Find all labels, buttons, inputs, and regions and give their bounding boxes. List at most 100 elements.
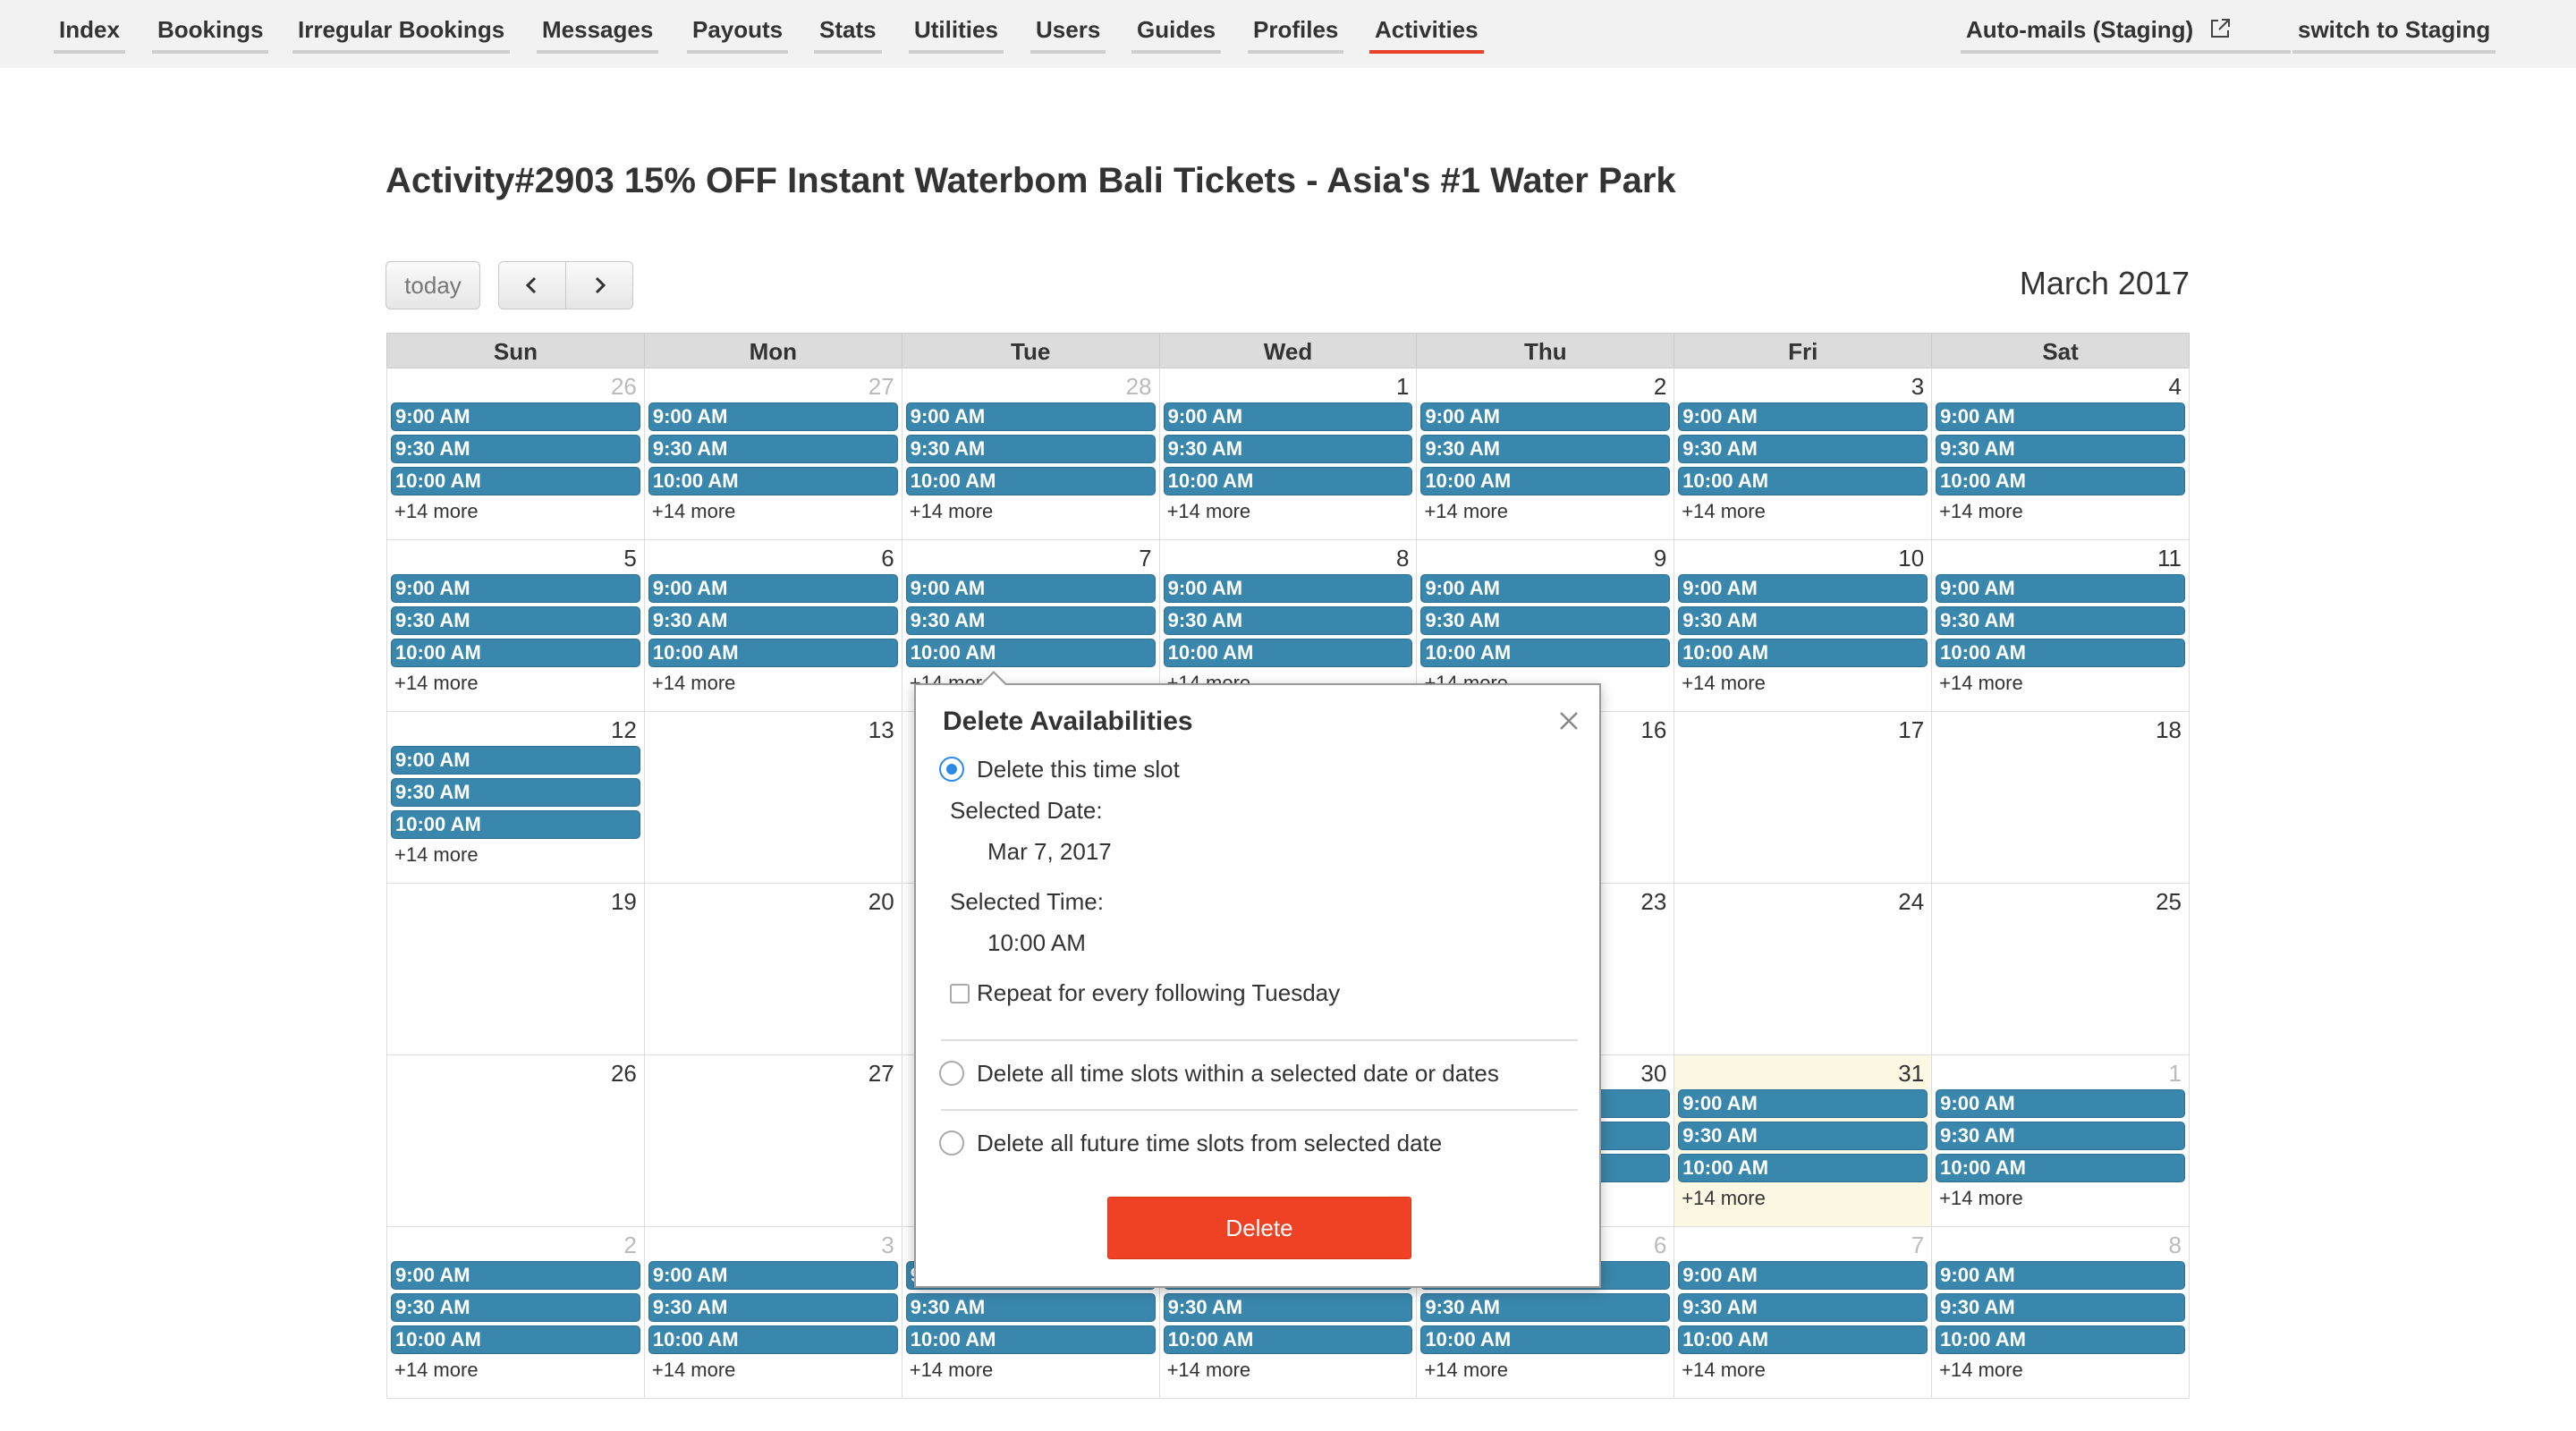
more-link[interactable]: +14 more [1420,499,1670,524]
time-slot-event[interactable]: 10:00 AM [905,1325,1156,1354]
time-slot-event[interactable]: 9:30 AM [905,606,1156,635]
time-slot-event[interactable]: 10:00 AM [1420,467,1671,495]
nav-messages[interactable]: Messages [537,14,659,54]
time-slot-event[interactable]: 9:00 AM [1936,1261,2186,1290]
day-cell[interactable]: 17 [1674,712,1933,884]
day-cell[interactable]: 49:00 AM 9:30 AM 10:00 AM +14 more [1932,368,2190,540]
nav-automails[interactable]: Auto-mails (Staging) [1961,14,2292,54]
more-link[interactable]: +14 more [1164,1358,1413,1383]
repeat-checkbox[interactable] [950,984,970,1003]
nav-guides[interactable]: Guides [1131,14,1222,54]
day-cell[interactable]: 1 9:00 AM 9:30 AM 10:00 AM +14 more [1159,368,1418,540]
time-slot-event[interactable]: 10:00 AM [905,467,1156,495]
time-slot-event[interactable]: 9:00 AM [1163,402,1413,431]
day-cell[interactable]: 20 [644,884,902,1055]
day-cell[interactable]: 11 9:00 AM 9:30 AM 10:00 AM +14 more [1932,540,2190,712]
close-icon[interactable] [1555,707,1583,735]
time-slot-event[interactable]: 9:00 AM [391,746,640,775]
nav-users[interactable]: Users [1030,14,1106,54]
more-link[interactable]: +14 more [1678,1186,1928,1211]
day-cell[interactable]: 10 9:00 AM 9:30 AM 10:00 AM +14 more [1674,540,1933,712]
time-slot-event[interactable]: 9:30 AM [1936,1293,2186,1322]
time-slot-event[interactable]: 10:00 AM [905,639,1156,667]
delete-button[interactable]: Delete [1107,1197,1411,1259]
time-slot-event[interactable]: 9:00 AM [391,574,640,603]
day-cell[interactable]: 12 9:00 AM 9:30 AM 10:00 AM +14 more [387,712,645,884]
radio-delete-future[interactable] [939,1130,964,1156]
time-slot-event[interactable]: 10:00 AM [1163,467,1413,495]
time-slot-event[interactable]: 9:00 AM [1163,574,1413,603]
time-slot-event[interactable]: 10:00 AM [1936,1325,2186,1354]
day-cell[interactable]: 8 9:00 AM 9:30 AM 10:00 AM +14 more [1932,1227,2190,1399]
time-slot-event[interactable]: 9:30 AM [1420,606,1671,635]
more-link[interactable]: +14 more [1936,499,2185,524]
nav-bookings[interactable]: Bookings [152,14,269,54]
day-cell[interactable]: 27 9:00 AM 9:30 AM 10:00 AM +14 more [644,368,902,540]
time-slot-event[interactable]: 10:00 AM [1420,639,1671,667]
today-button[interactable]: today [386,261,480,309]
time-slot-event[interactable]: 9:30 AM [1678,606,1928,635]
day-cell[interactable]: 19 [387,884,645,1055]
more-link[interactable]: +14 more [906,1358,1156,1383]
time-slot-event[interactable]: 9:00 AM [1678,1089,1928,1118]
time-slot-event[interactable]: 9:00 AM [648,1261,898,1290]
time-slot-event[interactable]: 9:30 AM [648,435,898,463]
more-link[interactable]: +14 more [391,843,640,868]
more-link[interactable]: +14 more [391,1358,640,1383]
time-slot-event[interactable]: 10:00 AM [1678,467,1928,495]
next-month-button[interactable] [565,261,633,309]
day-cell[interactable]: 2 9:00 AM 9:30 AM 10:00 AM +14 more [387,1227,645,1399]
time-slot-event[interactable]: 9:30 AM [1163,435,1413,463]
nav-payouts[interactable]: Payouts [687,14,789,54]
day-cell[interactable]: 28 9:00 AM 9:30 AM 10:00 AM +14 more [902,368,1160,540]
nav-activities[interactable]: Activities [1369,14,1484,54]
time-slot-event[interactable]: 10:00 AM [1936,467,2186,495]
time-slot-event[interactable]: 9:30 AM [1420,435,1671,463]
time-slot-event[interactable]: 9:30 AM [391,778,640,807]
time-slot-event[interactable]: 9:30 AM [905,1293,1156,1322]
more-link[interactable]: +14 more [648,499,898,524]
time-slot-event[interactable]: 9:30 AM [391,606,640,635]
more-link[interactable]: +14 more [648,671,898,696]
time-slot-event[interactable]: 9:30 AM [1163,606,1413,635]
day-cell[interactable]: 27 [644,1055,902,1227]
day-cell[interactable]: 25 [1932,884,2190,1055]
nav-stats[interactable]: Stats [814,14,882,54]
time-slot-event[interactable]: 10:00 AM [391,467,640,495]
time-slot-event[interactable]: 10:00 AM [1678,639,1928,667]
day-cell[interactable]: 7 9:00 AM 9:30 AM 10:00 AM +14 more [1674,1227,1933,1399]
time-slot-event[interactable]: 10:00 AM [1678,1154,1928,1182]
day-cell[interactable]: 3 9:00 AM 9:30 AM 10:00 AM +14 more [644,1227,902,1399]
prev-month-button[interactable] [498,261,566,309]
more-link[interactable]: +14 more [1164,499,1413,524]
time-slot-event[interactable]: 9:30 AM [1678,435,1928,463]
radio-delete-this[interactable] [939,757,964,782]
more-link[interactable]: +14 more [1936,1358,2185,1383]
nav-switch-staging[interactable]: switch to Staging [2292,14,2496,54]
time-slot-event[interactable]: 9:30 AM [1420,1293,1671,1322]
day-cell[interactable]: 1 9:00 AM 9:30 AM 10:00 AM +14 more [1932,1055,2190,1227]
time-slot-event[interactable]: 10:00 AM [648,1325,898,1354]
time-slot-event[interactable]: 10:00 AM [1936,639,2186,667]
time-slot-event[interactable]: 9:00 AM [1420,402,1671,431]
time-slot-event[interactable]: 9:00 AM [905,574,1156,603]
time-slot-event[interactable]: 9:30 AM [648,606,898,635]
time-slot-event[interactable]: 10:00 AM [1163,639,1413,667]
time-slot-event[interactable]: 9:30 AM [648,1293,898,1322]
time-slot-event[interactable]: 9:00 AM [648,574,898,603]
time-slot-event[interactable]: 9:30 AM [1936,435,2186,463]
more-link[interactable]: +14 more [1678,1358,1928,1383]
day-cell[interactable]: 59:00 AM 9:30 AM 10:00 AM +14 more [387,540,645,712]
nav-index[interactable]: Index [54,14,125,54]
time-slot-event[interactable]: 10:00 AM [1936,1154,2186,1182]
more-link[interactable]: +14 more [1678,499,1928,524]
time-slot-event[interactable]: 9:30 AM [905,435,1156,463]
day-cell[interactable]: 2 9:00 AM 9:30 AM 10:00 AM +14 more [1417,368,1675,540]
time-slot-event[interactable]: 10:00 AM [1163,1325,1413,1354]
time-slot-event[interactable]: 9:00 AM [1936,402,2186,431]
more-link[interactable]: +14 more [1678,671,1928,696]
time-slot-event[interactable]: 9:00 AM [391,402,640,431]
time-slot-event[interactable]: 9:00 AM [905,402,1156,431]
time-slot-event[interactable]: 9:00 AM [1936,574,2186,603]
nav-utilities[interactable]: Utilities [909,14,1004,54]
